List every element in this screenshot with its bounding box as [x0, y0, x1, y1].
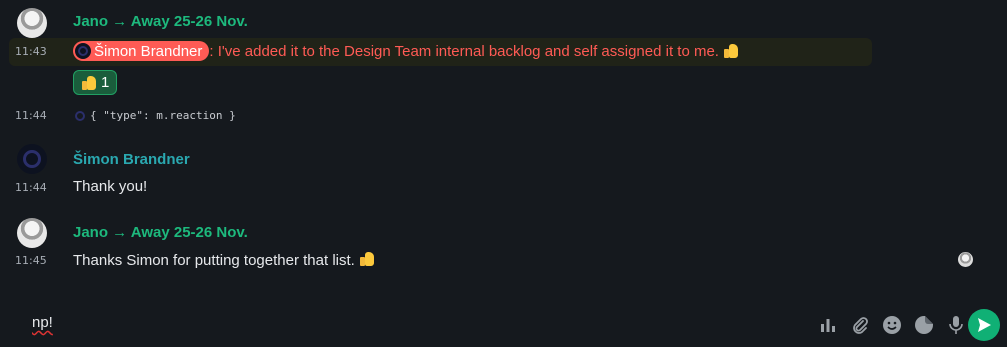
send-icon: [978, 318, 991, 332]
mention-name: Šimon Brandner: [94, 42, 203, 60]
message-text: Thanks Simon for putting together that l…: [73, 252, 355, 269]
sender-name[interactable]: Šimon Brandner: [73, 151, 190, 168]
reaction-count: 1: [101, 74, 110, 91]
sender-name[interactable]: Jano → Away 25-26 Nov.: [73, 224, 248, 241]
emoji-icon[interactable]: [876, 313, 908, 337]
thumbs-up-icon: [81, 75, 97, 91]
sticker-icon[interactable]: [908, 313, 940, 337]
poll-icon[interactable]: [812, 313, 844, 337]
timestamp[interactable]: 11:44: [15, 109, 47, 122]
attachment-icon[interactable]: [844, 313, 876, 337]
timestamp[interactable]: 11:43: [15, 45, 47, 58]
thumbs-up-icon: [723, 43, 739, 59]
thumbs-up-icon: [359, 251, 375, 267]
avatar-mini: [75, 110, 85, 121]
message-body: Thanks Simon for putting together that l…: [73, 251, 375, 269]
timestamp[interactable]: 11:45: [15, 254, 47, 267]
mention-avatar: [75, 43, 91, 59]
sender-name[interactable]: Jano → Away 25-26 Nov.: [73, 13, 248, 30]
timestamp[interactable]: 11:44: [15, 181, 47, 194]
avatar-simon[interactable]: [17, 144, 47, 174]
read-receipt-avatar[interactable]: [958, 252, 973, 267]
event-code: { "type": m.reaction }: [90, 109, 236, 122]
message-text: : I've added it to the Design Team inter…: [209, 42, 719, 60]
send-button[interactable]: [968, 309, 1000, 341]
message-composer-input[interactable]: np!: [32, 314, 53, 331]
hidden-event: { "type": m.reaction }: [75, 109, 236, 122]
message-body: Šimon Brandner : I've added it to the De…: [73, 41, 739, 61]
composer-toolbar: [812, 313, 972, 337]
avatar-jano[interactable]: [17, 8, 47, 38]
reaction-thumbs-up[interactable]: 1: [73, 70, 118, 95]
mention-pill[interactable]: Šimon Brandner: [73, 41, 210, 61]
avatar-jano[interactable]: [17, 218, 47, 248]
message-text: Thank you!: [73, 178, 148, 195]
